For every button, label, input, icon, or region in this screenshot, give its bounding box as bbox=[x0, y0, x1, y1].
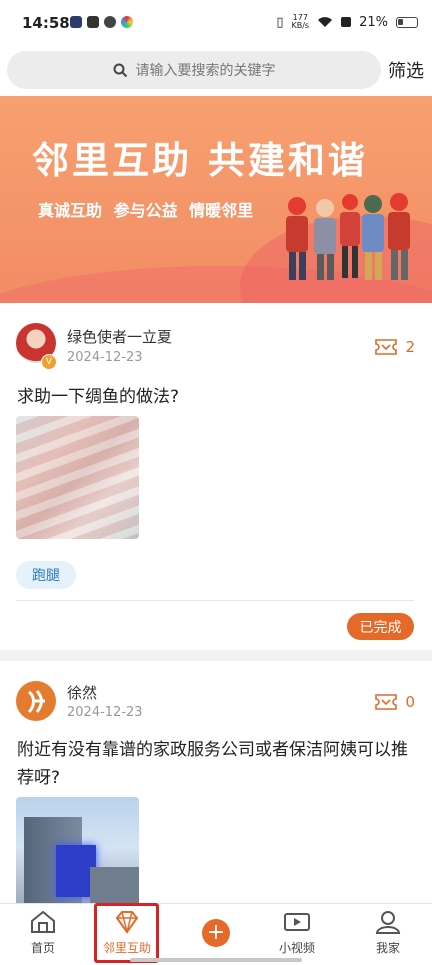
nav-video[interactable]: 小视频 bbox=[262, 910, 332, 956]
net-speed-unit: KB/s bbox=[291, 21, 310, 30]
video-icon bbox=[284, 913, 310, 931]
reward-count: 0 bbox=[375, 693, 415, 711]
colorful-app-icon bbox=[121, 16, 133, 28]
post-username[interactable]: 徐然 bbox=[67, 682, 97, 703]
post-date: 2024-12-23 bbox=[67, 705, 143, 720]
avatar[interactable] bbox=[16, 681, 56, 721]
post-card[interactable]: V 绿色使者一立夏 2024-12-23 2 求助一下绸鱼的做法? 跑腿 已完成 bbox=[0, 303, 432, 650]
nav-me[interactable]: 我家 bbox=[353, 910, 423, 956]
app-notification-icon bbox=[70, 16, 82, 28]
post-card[interactable]: 徐然 2024-12-23 0 附近有没有靠谱的家政服务公司或者保洁阿姨可以推荐… bbox=[0, 661, 432, 921]
status-bar: 14:58 ▯ 177 KB/s 21% bbox=[0, 0, 432, 42]
category-tag[interactable]: 跑腿 bbox=[16, 561, 76, 589]
post-title[interactable]: 附近有没有靠谱的家政服务公司或者保洁阿姨可以推荐呀? bbox=[17, 736, 417, 792]
avatar-logo-icon bbox=[27, 690, 45, 714]
verified-badge-icon: V bbox=[41, 354, 57, 370]
home-icon bbox=[31, 910, 55, 933]
add-post-button[interactable]: + bbox=[202, 919, 230, 947]
status-button[interactable]: 已完成 bbox=[347, 613, 414, 640]
banner[interactable]: 邻里互助 共建和谐 真诚互助 参与公益 情暖邻里 bbox=[0, 96, 432, 303]
status-right: ▯ 177 KB/s 21% bbox=[276, 14, 418, 30]
notification-icons bbox=[70, 16, 133, 28]
volunteers-illustration bbox=[286, 193, 410, 280]
nav-home[interactable]: 首页 bbox=[8, 910, 78, 956]
filter-button[interactable]: 筛选 bbox=[388, 57, 424, 83]
post-username[interactable]: 绿色使者一立夏 bbox=[67, 326, 172, 347]
status-time: 14:58 bbox=[22, 14, 70, 32]
net-speed: 177 KB/s bbox=[291, 14, 309, 30]
battery-icon bbox=[396, 16, 418, 28]
crown-icon bbox=[87, 16, 99, 28]
battery-text: 21% bbox=[359, 14, 388, 30]
divider bbox=[16, 600, 414, 601]
home-indicator[interactable] bbox=[130, 958, 302, 962]
wifi-icon bbox=[318, 17, 333, 27]
vibrate-icon: ▯ bbox=[276, 14, 284, 30]
reward-value: 0 bbox=[405, 693, 415, 711]
nav-video-label: 小视频 bbox=[278, 941, 315, 955]
nav-me-label: 我家 bbox=[375, 941, 400, 955]
search-input[interactable]: 请输入要搜索的关键字 bbox=[7, 51, 381, 89]
sim-icon bbox=[341, 17, 352, 27]
search-row: 请输入要搜索的关键字 筛选 bbox=[0, 42, 432, 98]
search-icon bbox=[113, 63, 127, 77]
ticket-icon bbox=[375, 339, 398, 355]
nav-home-label: 首页 bbox=[30, 941, 55, 955]
banner-subtitle: 真诚互助 参与公益 情暖邻里 bbox=[38, 201, 254, 220]
banner-title: 邻里互助 共建和谐 bbox=[32, 139, 368, 182]
post-image[interactable] bbox=[16, 416, 139, 539]
post-title[interactable]: 求助一下绸鱼的做法? bbox=[17, 383, 417, 411]
person-icon bbox=[375, 911, 401, 934]
highlight-box bbox=[94, 903, 159, 963]
post-date: 2024-12-23 bbox=[67, 350, 143, 365]
reward-count: 2 bbox=[375, 338, 415, 356]
reward-value: 2 bbox=[405, 338, 415, 356]
link-icon bbox=[104, 16, 116, 28]
search-placeholder: 请输入要搜索的关键字 bbox=[135, 63, 276, 79]
ticket-icon bbox=[375, 694, 398, 710]
